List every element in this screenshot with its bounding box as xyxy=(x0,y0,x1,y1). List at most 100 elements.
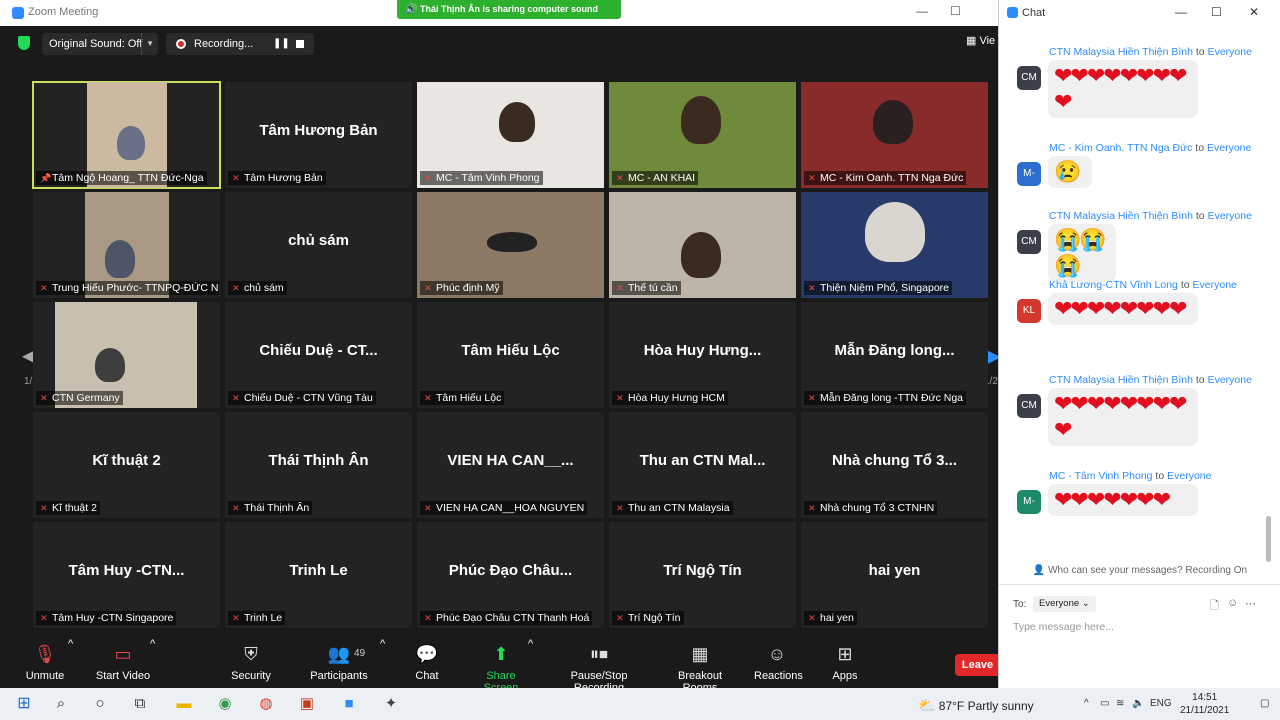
audio-options-caret-icon[interactable]: ^ xyxy=(68,638,73,688)
participant-display-name: Phúc Đạo Châu... xyxy=(448,562,573,579)
start-video-button[interactable]: ▭ Start Video xyxy=(94,638,152,688)
muted-mic-icon: ✕ xyxy=(808,613,816,623)
participant-tile[interactable]: ✕ MC - AN KHAI xyxy=(609,82,796,188)
chat-button[interactable]: 💬 Chat xyxy=(412,638,442,688)
cortana-icon[interactable]: ○ xyxy=(89,694,111,714)
apps-button[interactable]: ⊞ Apps xyxy=(832,638,858,688)
volume-icon[interactable]: 🔈 xyxy=(1132,698,1144,709)
share-banner[interactable]: 🔊 Thái Thịnh Ân is sharing computer soun… xyxy=(397,0,621,19)
share-screen-button[interactable]: ⬆ Share Screen xyxy=(470,638,532,694)
participant-tile[interactable]: 📌 Tâm Ngộ Hoang_ TTN Đức-Nga xyxy=(32,81,221,189)
sender-name[interactable]: CTN Malaysia Hiền Thiện Bình xyxy=(1049,46,1193,58)
sender-name[interactable]: CTN Malaysia Hiền Thiện Bình xyxy=(1049,374,1193,386)
participant-display-name: Tâm Hiếu Lộc xyxy=(461,342,560,359)
sender-name[interactable]: CTN Malaysia Hiền Thiện Bình xyxy=(1049,210,1193,222)
breakout-rooms-button[interactable]: ▦ Breakout Rooms xyxy=(662,638,738,694)
close-icon[interactable]: ✕ xyxy=(1249,5,1259,19)
participant-tile[interactable]: Trinh Le ✕ Trinh Le xyxy=(225,522,412,628)
participant-tile[interactable]: Tâm Hiếu Lộc ✕ Tâm Hiếu Lộc xyxy=(417,302,604,408)
recipient-select[interactable]: Everyone ⌄ xyxy=(1033,596,1096,612)
maximize-icon[interactable]: ☐ xyxy=(950,4,961,18)
video-grid: 📌 Tâm Ngộ Hoang_ TTN Đức-Nga Tâm Hương Bản… xyxy=(32,81,991,628)
participant-tile[interactable]: VIEN HA CAN__... ✕ VIEN HA CAN__HOA NGUYEN xyxy=(417,412,604,518)
wifi-icon[interactable]: ≋ xyxy=(1116,698,1124,709)
participant-name-label: ✕ Phúc định Mỹ xyxy=(420,281,503,295)
view-button[interactable]: ▦ Vie xyxy=(966,34,995,47)
chrome-icon[interactable]: ◍ xyxy=(255,694,277,714)
tray-chevron-icon[interactable]: ^ xyxy=(1084,698,1089,709)
task-view-icon[interactable]: ⧉ xyxy=(129,694,151,714)
notification-icon[interactable]: ▢ xyxy=(1260,698,1269,709)
participant-name-label: ✕ Thế tú cần xyxy=(612,281,681,295)
unmute-button[interactable]: 🎙 Unmute xyxy=(22,638,68,688)
pause-stop-recording-button[interactable]: ⏸⏹ Pause/Stop Recording xyxy=(548,638,650,694)
stop-icon[interactable] xyxy=(296,40,304,48)
participant-tile[interactable]: hai yen ✕ hai yen xyxy=(801,522,988,628)
sender-name[interactable]: Khả Lương-CTN Vĩnh Long xyxy=(1049,279,1178,291)
muted-mic-icon: ✕ xyxy=(808,283,816,293)
participant-tile[interactable]: Tâm Hương Bản ✕ Tâm Hương Bản xyxy=(225,82,412,188)
participant-tile[interactable]: Mẫn Đăng long... ✕ Mẫn Đăng long -TTN Đức … xyxy=(801,302,988,408)
sender-name[interactable]: MC - Kim Oanh. TTN Nga Đức xyxy=(1049,142,1192,154)
participant-tile[interactable]: ✕ CTN Germany xyxy=(33,302,220,408)
participant-tile[interactable]: Chiếu Duệ - CT... ✕ Chiếu Duệ - CTN Vũng T… xyxy=(225,302,412,408)
participant-name-label: ✕ MC - Tâm Vinh Phong xyxy=(420,171,543,185)
emoji-icon[interactable]: ☺ xyxy=(1227,597,1238,609)
participant-name-label: ✕ MC - AN KHAI xyxy=(612,171,699,185)
search-icon[interactable]: ⌕ xyxy=(50,694,72,714)
security-button[interactable]: ⛨ Security xyxy=(226,638,276,688)
participant-tile[interactable]: ✕ MC - Tâm Vinh Phong xyxy=(417,82,604,188)
system-clock[interactable]: 14:51 21/11/2021 xyxy=(1180,691,1229,717)
minimize-icon[interactable]: — xyxy=(1175,5,1187,19)
powerpoint-icon[interactable]: ▣ xyxy=(296,694,318,714)
zoom-taskbar-icon[interactable]: ■ xyxy=(338,694,360,714)
participant-tile[interactable]: Phúc Đạo Châu... ✕ Phúc Đạo Châu CTN Thanh… xyxy=(417,522,604,628)
grid-icon: ▦ xyxy=(966,35,980,47)
language-indicator[interactable]: ENG xyxy=(1150,698,1172,709)
muted-mic-icon: ✕ xyxy=(232,173,240,183)
chat-scrollbar[interactable] xyxy=(1266,516,1271,562)
participant-tile[interactable]: ✕ Phúc định Mỹ xyxy=(417,192,604,298)
muted-mic-icon: 🎙 xyxy=(33,644,57,664)
avatar: CM xyxy=(1017,230,1041,254)
file-explorer-icon[interactable]: ▬ xyxy=(173,694,195,714)
share-caret-icon[interactable]: ^ xyxy=(528,638,533,688)
weather-widget[interactable]: ⛅ 87°F Partly sunny xyxy=(918,697,1034,714)
more-icon[interactable]: ⋯ xyxy=(1245,597,1256,610)
participant-name: Thế tú cần xyxy=(628,282,678,294)
chat-visibility-note[interactable]: 👤 Who can see your messages? Recording O… xyxy=(999,565,1280,576)
security-shield-icon[interactable] xyxy=(18,36,30,50)
original-sound-button[interactable]: Original Sound: Off ▼ xyxy=(42,33,158,55)
app-icon[interactable]: ✦ xyxy=(380,694,402,714)
maximize-icon[interactable]: ☐ xyxy=(1211,5,1222,19)
participant-tile[interactable]: Hòa Huy Hưng... ✕ Hòa Huy Hưng HCM xyxy=(609,302,796,408)
participant-tile[interactable]: Thu an CTN Mal... ✕ Thu an CTN Malaysia xyxy=(609,412,796,518)
chat-message-list[interactable]: CM CTN Malaysia Hiền Thiện Bình to Everyo… xyxy=(999,26,1280,562)
participant-tile[interactable]: Kĩ thuật 2 ✕ Kĩ thuật 2 xyxy=(33,412,220,518)
participant-tile[interactable]: ✕ Thiện Niệm Phổ, Singapore xyxy=(801,192,988,298)
minimize-icon[interactable]: — xyxy=(916,4,928,18)
sender-name[interactable]: MC - Tâm Vinh Phong xyxy=(1049,470,1153,482)
pause-icon[interactable]: ❚❚ xyxy=(273,33,290,55)
participant-tile[interactable]: Thái Thịnh Ân ✕ Thái Thịnh Ân xyxy=(225,412,412,518)
participant-tile[interactable]: ✕ MC - Kim Oanh. TTN Nga Đức xyxy=(801,82,988,188)
participant-tile[interactable]: ✕ Thế tú cần xyxy=(609,192,796,298)
video-options-caret-icon[interactable]: ^ xyxy=(150,638,155,688)
message-input[interactable]: Type message here... xyxy=(1013,621,1114,633)
battery-icon[interactable]: ▭ xyxy=(1100,698,1109,709)
participant-tile[interactable]: Trí Ngộ Tín ✕ Trí Ngộ Tín xyxy=(609,522,796,628)
participants-caret-icon[interactable]: ^ xyxy=(380,638,385,688)
participant-tile[interactable]: Nhà chung Tổ 3... ✕ Nhà chung Tổ 3 CTNHN xyxy=(801,412,988,518)
file-icon[interactable]: 🗋 xyxy=(1210,597,1219,616)
to-word: to xyxy=(1195,210,1205,222)
participants-button[interactable]: 👥 Participants 49 xyxy=(308,638,370,688)
participant-tile[interactable]: Tâm Huy -CTN... ✕ Tâm Huy -CTN Singapore xyxy=(33,522,220,628)
muted-mic-icon: ✕ xyxy=(424,393,432,403)
leave-button[interactable]: Leave xyxy=(955,654,1000,676)
windows-start-icon[interactable]: ⊞ xyxy=(13,694,35,714)
participant-tile[interactable]: chủ sám ✕ chủ sám xyxy=(225,192,412,298)
reactions-button[interactable]: ☺ Reactions xyxy=(754,638,803,688)
chevron-down-icon[interactable]: ▼ xyxy=(141,33,154,55)
app-green-icon[interactable]: ◉ xyxy=(214,694,236,714)
participant-tile[interactable]: ✕ Trung Hiếu Phước- TTNPQ-ĐỨC N... xyxy=(33,192,220,298)
